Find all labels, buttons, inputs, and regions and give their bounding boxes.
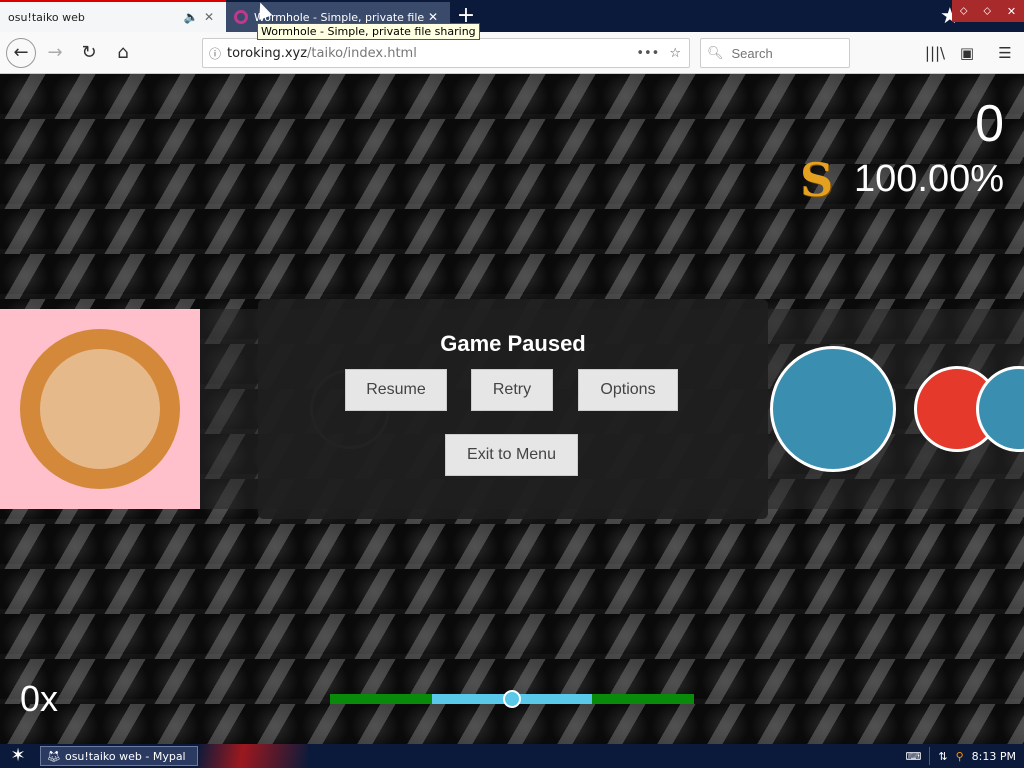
wormhole-favicon-icon — [234, 10, 248, 24]
exit-to-menu-button[interactable]: Exit to Menu — [445, 434, 578, 476]
tab-title: osu!taiko web — [8, 10, 85, 24]
close-tab-icon[interactable]: ✕ — [200, 10, 218, 24]
search-icon: 🔍︎ — [707, 45, 724, 61]
network-icon[interactable]: ⇅ — [938, 750, 947, 763]
combo-counter: 0x — [20, 678, 59, 719]
menu-icon[interactable]: ☰ — [990, 38, 1020, 68]
start-button[interactable]: ✶ — [0, 744, 36, 768]
tab-title: Wormhole - Simple, private file sharing — [254, 10, 424, 24]
close-tab-icon[interactable]: ✕ — [424, 10, 442, 24]
game-canvas[interactable]: 0 S 100.00% Game Paused Resume Retry Opt… — [0, 74, 1024, 744]
forward-button[interactable]: → — [40, 38, 70, 68]
kat-note-large — [770, 346, 896, 472]
accuracy-display: 100.00% — [853, 158, 1004, 200]
url-bar[interactable]: ⓘ toroking.xyz/taiko/index.html ••• ☆ — [202, 38, 690, 68]
close-window-icon[interactable]: ✕ — [1007, 5, 1016, 18]
clock[interactable]: 8:13 PM — [972, 750, 1016, 763]
drum-head — [40, 349, 160, 469]
options-button[interactable]: Options — [578, 369, 678, 411]
song-progress-bar[interactable] — [330, 690, 694, 708]
minimize-icon[interactable]: ⬦ — [960, 4, 968, 18]
drum-rim — [20, 329, 180, 489]
maximize-icon[interactable]: ⬦ — [983, 4, 991, 18]
taskbar-item-label: osu!taiko web - Mypal — [64, 749, 186, 763]
taskbar: ✶ 🦊︎ osu!taiko web - Mypal ⌨ ⇅ ⚲ 8:13 PM — [0, 744, 1024, 768]
home-button[interactable]: ⌂ — [108, 38, 138, 68]
tab-tooltip: Wormhole - Simple, private file sharing — [257, 23, 480, 40]
resume-button[interactable]: Resume — [345, 369, 447, 411]
score-display: 0 — [975, 95, 1004, 153]
tab-bar: osu!taiko web 🔈 ✕ Wormhole - Simple, pri… — [0, 0, 1024, 32]
pause-menu: Game Paused Resume Retry Options Exit to… — [258, 299, 768, 519]
taskbar-item-mypal[interactable]: 🦊︎ osu!taiko web - Mypal — [40, 746, 198, 766]
page-actions-icon[interactable]: ••• — [636, 46, 659, 61]
pause-title: Game Paused — [440, 331, 586, 356]
system-tray: ⌨ ⇅ ⚲ 8:13 PM — [906, 744, 1024, 768]
tray-separator — [929, 747, 931, 765]
tab-osu-taiko[interactable]: osu!taiko web 🔈 ✕ — [0, 2, 226, 32]
window-controls: ⬦ ⬦ ✕ — [952, 0, 1024, 22]
rank-badge: S — [800, 153, 834, 207]
nav-bar: ← → ↻ ⌂ ⓘ toroking.xyz/taiko/index.html … — [0, 32, 1024, 74]
search-tray-icon[interactable]: ⚲ — [956, 750, 964, 763]
url-host: toroking.xyz — [227, 45, 308, 61]
drum-panel — [0, 309, 200, 509]
speaker-icon[interactable]: 🔈 — [182, 10, 200, 24]
bookmark-star-icon[interactable]: ☆ — [669, 46, 681, 61]
url-path: /taiko/index.html — [307, 45, 417, 61]
keyboard-icon[interactable]: ⌨ — [906, 750, 922, 763]
back-button[interactable]: ← — [6, 37, 36, 68]
info-icon[interactable]: ⓘ — [203, 45, 227, 62]
app-icon: 🦊︎ — [47, 749, 61, 763]
retry-button[interactable]: Retry — [471, 369, 553, 411]
taskbar-decoration — [198, 744, 308, 768]
search-bar[interactable]: 🔍︎ — [700, 38, 850, 68]
sidebar-icon[interactable]: ▣ — [952, 38, 982, 68]
search-input[interactable] — [729, 44, 840, 62]
library-icon[interactable]: |||\ — [920, 38, 950, 68]
progress-knob[interactable] — [503, 690, 521, 708]
reload-button[interactable]: ↻ — [74, 38, 104, 68]
